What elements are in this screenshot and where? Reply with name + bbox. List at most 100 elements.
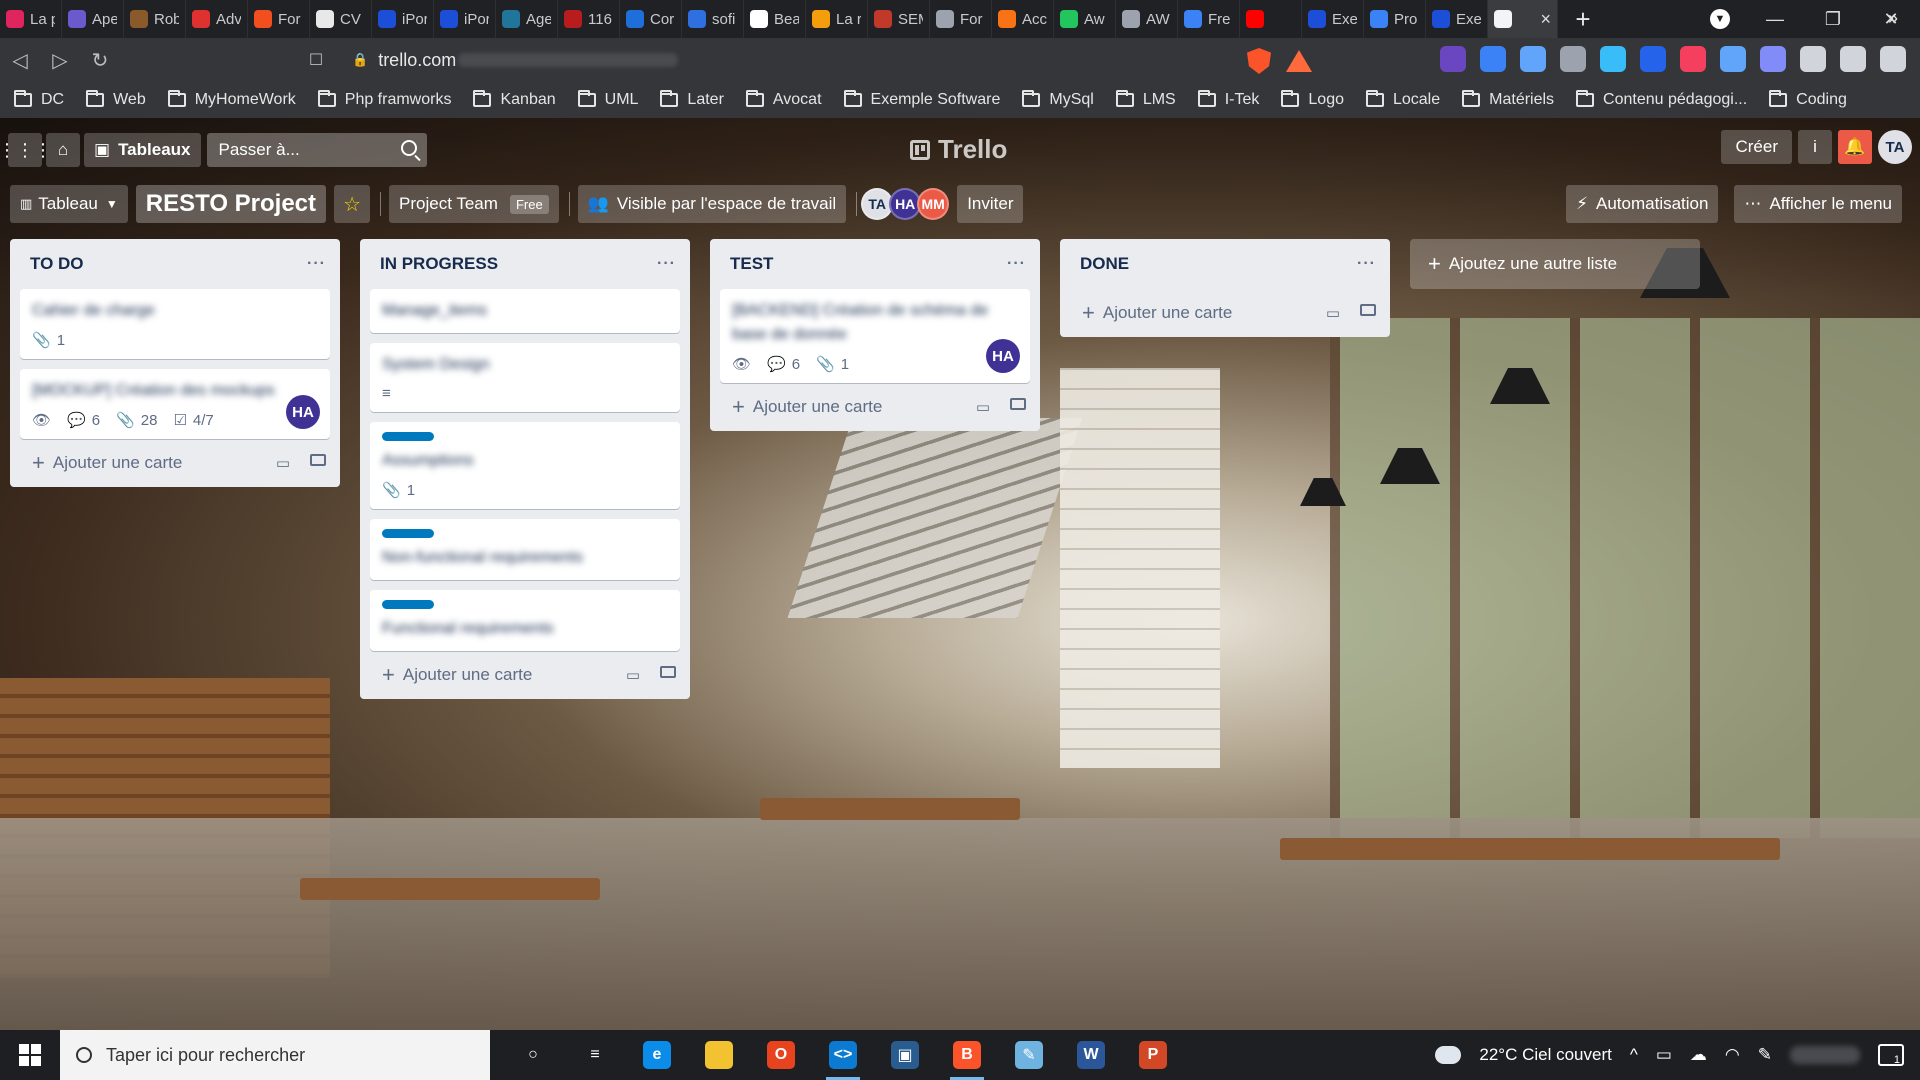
lock-icon[interactable]: 🔒 <box>352 52 368 68</box>
browser-tab[interactable]: iPor <box>372 0 434 38</box>
browser-tab[interactable]: iPor <box>434 0 496 38</box>
browser-tab[interactable]: SEM <box>868 0 930 38</box>
browser-tab[interactable]: 116 <box>558 0 620 38</box>
browser-tab[interactable]: Aw <box>1054 0 1116 38</box>
create-button[interactable]: Créer <box>1721 130 1792 164</box>
weather-icon[interactable] <box>1431 1040 1462 1064</box>
browser-tab[interactable]: For <box>930 0 992 38</box>
extension-icon[interactable] <box>1600 46 1626 72</box>
browser-tab[interactable]: Pro <box>1364 0 1426 38</box>
maximize-button[interactable]: ❐ <box>1804 9 1862 30</box>
apps-switcher-button[interactable]: ⋮⋮⋮ <box>0 133 52 167</box>
visibility-button[interactable]: 👥 Visible par l'espace de travail <box>577 185 847 223</box>
invite-button[interactable]: Inviter <box>957 185 1024 223</box>
notification-center-icon[interactable]: 1 <box>1878 1044 1904 1066</box>
list-title[interactable]: IN PROGRESS <box>380 254 498 274</box>
bookmark-folder[interactable]: DC <box>14 90 64 109</box>
info-button[interactable]: i <box>1798 130 1832 164</box>
card-label[interactable] <box>382 529 434 538</box>
card-member-avatar[interactable]: HA <box>286 395 320 429</box>
address-bar[interactable]: 🔒 trello.com <box>338 45 1320 75</box>
list-header[interactable]: DONE ··· <box>1060 239 1390 289</box>
member-avatar[interactable]: MM <box>917 188 950 220</box>
record-video-icon[interactable]: ▭ <box>1326 304 1340 322</box>
boards-button[interactable]: ▣ Tableaux <box>84 133 201 167</box>
card-template-icon[interactable] <box>1010 398 1026 410</box>
browser-tab[interactable]: Cor <box>620 0 682 38</box>
automation-button[interactable]: ⚡ Automatisation <box>1566 185 1719 223</box>
wifi-icon[interactable]: ◠ <box>1725 1045 1740 1065</box>
list-menu-icon[interactable]: ··· <box>657 255 676 273</box>
list-header[interactable]: TEST ··· <box>710 239 1040 289</box>
record-video-icon[interactable]: ▭ <box>276 454 290 472</box>
bookmark-folder[interactable]: LMS <box>1115 90 1176 109</box>
bookmark-folder[interactable]: Exemple Software <box>843 90 1000 109</box>
card-template-icon[interactable] <box>660 666 676 678</box>
bookmark-folder[interactable]: Locale <box>1365 90 1440 109</box>
card-member-avatar[interactable]: HA <box>986 339 1020 373</box>
card[interactable]: System Design ≡ <box>370 343 680 412</box>
list-title[interactable]: TEST <box>730 254 773 274</box>
notifications-button[interactable]: 🔔 <box>1838 130 1872 164</box>
view-switcher-button[interactable]: ▥ Tableau ▼ <box>10 185 128 223</box>
add-card-button[interactable]: + Ajouter une carte ▭ <box>1060 289 1390 337</box>
pen-icon[interactable]: ✎ <box>1758 1045 1772 1065</box>
home-button[interactable]: ⌂ <box>46 133 80 167</box>
browser-tab[interactable]: Exe <box>1302 0 1364 38</box>
bookmark-folder[interactable]: Contenu pédagogi... <box>1576 90 1747 109</box>
card[interactable]: [BACKEND] Création de schéma de base de … <box>720 289 1030 383</box>
team-button[interactable]: Project Team Free <box>389 185 559 223</box>
extension-icon[interactable] <box>1480 46 1506 72</box>
search-icon[interactable] <box>400 140 417 156</box>
start-button[interactable] <box>0 1030 60 1080</box>
bookmarks-more-button[interactable]: » <box>1888 8 1898 29</box>
extension-icon[interactable] <box>1520 46 1546 72</box>
brave-taskbar-icon[interactable]: B <box>936 1030 998 1080</box>
browser-tab[interactable]: Rob <box>124 0 186 38</box>
card-template-icon[interactable] <box>310 454 326 466</box>
extension-icon[interactable] <box>1440 46 1466 72</box>
bookmark-folder[interactable]: Matériels <box>1462 90 1554 109</box>
camera-extension-icon[interactable] <box>1560 46 1586 72</box>
playlist-icon[interactable] <box>1840 46 1866 72</box>
clock-redacted[interactable] <box>1790 1046 1860 1064</box>
user-avatar[interactable]: TA <box>1878 130 1912 164</box>
browser-tab[interactable]: La p <box>0 0 62 38</box>
browser-tab[interactable]: Bea <box>744 0 806 38</box>
battery-icon[interactable]: ▭ <box>1656 1045 1672 1065</box>
list-menu-icon[interactable]: ··· <box>1357 255 1376 273</box>
url-text[interactable]: trello.com <box>378 50 456 71</box>
chevron-up-icon[interactable]: ^ <box>1630 1045 1638 1065</box>
extension-icon[interactable] <box>1720 46 1746 72</box>
paint-taskbar-icon[interactable]: ✎ <box>998 1030 1060 1080</box>
bookmark-folder[interactable]: Kanban <box>473 90 556 109</box>
bookmark-folder[interactable]: Php framworks <box>317 90 451 109</box>
bookmark-folder[interactable]: I-Tek <box>1197 90 1259 109</box>
office-taskbar-icon[interactable]: O <box>750 1030 812 1080</box>
record-video-icon[interactable]: ▭ <box>976 398 990 416</box>
board-title[interactable]: RESTO Project <box>135 185 327 223</box>
widgets-taskbar-icon[interactable]: ≡ <box>564 1030 626 1080</box>
add-card-button[interactable]: + Ajouter une carte ▭ <box>710 383 1040 431</box>
edge-taskbar-icon[interactable]: e <box>626 1030 688 1080</box>
card-template-icon[interactable] <box>1360 304 1376 316</box>
tab-search-icon[interactable]: ▼ <box>1710 9 1730 29</box>
list-header[interactable]: IN PROGRESS ··· <box>360 239 690 289</box>
browser-tab[interactable] <box>1240 0 1302 38</box>
card-label[interactable] <box>382 600 434 609</box>
browser-tab[interactable]: sofi <box>682 0 744 38</box>
word-taskbar-icon[interactable]: W <box>1060 1030 1122 1080</box>
star-button[interactable]: ☆ <box>334 185 371 223</box>
search-input[interactable] <box>206 133 427 167</box>
browser-tab[interactable]: La r <box>806 0 868 38</box>
weather-text[interactable]: 22°C Ciel couvert <box>1479 1045 1611 1065</box>
card[interactable]: Non-functional requirements <box>370 519 680 580</box>
browser-tab[interactable]: For <box>248 0 310 38</box>
bookmark-folder[interactable]: Coding <box>1769 90 1847 109</box>
browser-tab-active[interactable]: × <box>1488 0 1558 38</box>
extension-icon[interactable] <box>1760 46 1786 72</box>
bookmark-folder[interactable]: Avocat <box>745 90 822 109</box>
bookmark-folder[interactable]: Later <box>660 90 724 109</box>
trello-logo[interactable]: Trello <box>910 134 1007 165</box>
puzzle-icon[interactable] <box>1800 46 1826 72</box>
